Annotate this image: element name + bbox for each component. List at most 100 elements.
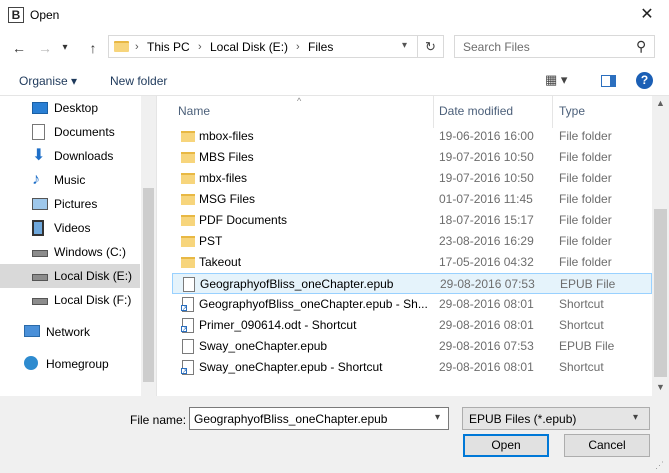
organise-button[interactable]: Organise ▾	[19, 74, 77, 88]
sidebar-item-label: Network	[46, 325, 91, 339]
sidebar-item-videos[interactable]: Videos	[0, 216, 140, 240]
file-name-cell: MSG Files	[199, 192, 256, 206]
file-name-cell: MBS Files	[199, 150, 254, 164]
file-name-combobox[interactable]: GeographyofBliss_oneChapter.epub ▾	[189, 407, 449, 430]
downloads-icon: ⬇	[32, 147, 46, 164]
forward-arrow-icon[interactable]: →	[34, 37, 56, 59]
sidebar-item-local-disk-f[interactable]: Local Disk (F:)	[0, 288, 140, 312]
chevron-down-icon[interactable]: ▾	[633, 412, 638, 423]
file-date-cell: 29-08-2016 07:53	[439, 339, 534, 353]
navigation-pane: Desktop Documents ⬇ Downloads ♪ Music Pi…	[0, 96, 156, 396]
search-box[interactable]: Search Files ⚲	[454, 35, 655, 58]
folder-icon	[114, 41, 129, 52]
view-options-icon[interactable]: ▦ ▾	[545, 72, 567, 88]
file-row[interactable]: MBS Files 19-07-2016 10:50 File folder	[172, 147, 652, 168]
up-arrow-icon[interactable]: ↑	[82, 37, 104, 59]
file-row[interactable]: Takeout 17-05-2016 04:32 File folder	[172, 252, 652, 273]
sidebar-item-label: Local Disk (E:)	[54, 269, 133, 283]
sidebar-item-label: Downloads	[54, 149, 114, 163]
new-folder-button[interactable]: New folder	[110, 74, 167, 88]
close-icon[interactable]: ✕	[629, 2, 665, 28]
window-title: Open	[30, 8, 60, 22]
file-row[interactable]: PDF Documents 18-07-2016 15:17 File folder	[172, 210, 652, 231]
document-icon	[183, 277, 195, 292]
file-date-cell: 23-08-2016 16:29	[439, 234, 534, 248]
file-date-cell: 29-08-2016 08:01	[439, 297, 534, 311]
file-type-cell: EPUB File	[559, 339, 615, 353]
breadcrumb-chevron-icon[interactable]: ›	[198, 41, 202, 53]
homegroup-icon	[24, 356, 38, 370]
preview-pane-icon[interactable]	[601, 75, 616, 87]
file-row[interactable]: Sway_oneChapter.epub 29-08-2016 07:53 EPUB…	[172, 336, 652, 357]
sidebar-item-homegroup[interactable]: Homegroup	[0, 352, 140, 376]
back-arrow-icon[interactable]: ←	[8, 37, 30, 59]
column-header-date-modified[interactable]: Date modified	[439, 104, 513, 128]
sidebar-item-label: Videos	[54, 221, 91, 235]
scroll-down-arrow-icon[interactable]: ▼	[656, 382, 665, 392]
sidebar-item-label: Local Disk (F:)	[54, 293, 132, 307]
file-date-cell: 29-08-2016 07:53	[440, 277, 535, 291]
help-icon[interactable]: ?	[636, 72, 653, 89]
search-input[interactable]: Search Files	[463, 40, 530, 54]
column-separator[interactable]	[433, 96, 434, 128]
search-icon[interactable]: ⚲	[636, 38, 646, 55]
file-row[interactable]: ↗ GeographyofBliss_oneChapter.epub - Sh..…	[172, 294, 652, 315]
sidebar-scrollbar-thumb[interactable]	[143, 188, 154, 382]
sidebar-item-music[interactable]: ♪ Music	[0, 168, 140, 192]
sidebar-item-pictures[interactable]: Pictures	[0, 192, 140, 216]
dialog-footer: File name: GeographyofBliss_oneChapter.e…	[0, 396, 669, 473]
sidebar-item-desktop[interactable]: Desktop	[0, 96, 140, 120]
shortcut-arrow-icon: ↗	[181, 326, 188, 333]
sidebar-item-windows-c[interactable]: Windows (C:)	[0, 240, 140, 264]
column-header-name[interactable]: Name	[178, 104, 210, 128]
cancel-button[interactable]: Cancel	[564, 434, 650, 457]
videos-icon	[32, 220, 44, 236]
file-row[interactable]: mbx-files 19-07-2016 10:50 File folder	[172, 168, 652, 189]
file-type-select[interactable]: EPUB Files (*.epub) ▾	[462, 407, 650, 430]
address-dropdown-icon[interactable]: ▾	[402, 40, 407, 51]
file-date-cell: 19-06-2016 16:00	[439, 129, 534, 143]
address-bar[interactable]: › This PC › Local Disk (E:) › Files ▾ ↻	[108, 35, 444, 58]
open-button[interactable]: Open	[463, 434, 549, 457]
column-separator[interactable]	[552, 96, 553, 128]
sidebar-item-documents[interactable]: Documents	[0, 120, 140, 144]
file-type-cell: File folder	[559, 255, 612, 269]
file-row[interactable]: mbox-files 19-06-2016 16:00 File folder	[172, 126, 652, 147]
breadcrumb-chevron-icon[interactable]: ›	[135, 41, 139, 53]
app-icon: B	[8, 7, 24, 23]
sidebar-item-local-disk-e[interactable]: Local Disk (E:)	[0, 264, 140, 288]
file-list-scrollbar-thumb[interactable]	[654, 209, 667, 377]
resize-grip-icon[interactable]: ⋰	[655, 460, 667, 472]
refresh-icon[interactable]: ↻	[425, 39, 436, 55]
recent-locations-chevron-icon[interactable]: ▾	[58, 37, 72, 59]
file-type-cell: File folder	[559, 171, 612, 185]
desktop-icon	[32, 102, 48, 114]
scroll-up-arrow-icon[interactable]: ▲	[656, 98, 665, 108]
file-name-cell: Sway_oneChapter.epub - Shortcut	[199, 360, 383, 374]
chevron-down-icon[interactable]: ▾	[435, 412, 440, 423]
network-icon	[24, 325, 40, 337]
breadcrumb-local-disk-e[interactable]: Local Disk (E:)	[210, 40, 288, 54]
sidebar-item-network[interactable]: Network	[0, 320, 140, 344]
file-name-cell: GeographyofBliss_oneChapter.epub - Sh...	[199, 297, 428, 311]
file-row[interactable]: ↗ Sway_oneChapter.epub - Shortcut 29-08-20…	[172, 357, 652, 378]
drive-icon	[32, 250, 48, 257]
file-name-input[interactable]: GeographyofBliss_oneChapter.epub	[194, 412, 387, 426]
file-row[interactable]: MSG Files 01-07-2016 11:45 File folder	[172, 189, 652, 210]
sidebar-item-downloads[interactable]: ⬇ Downloads	[0, 144, 140, 168]
folder-icon	[181, 152, 195, 163]
title-bar: B Open ✕	[0, 0, 669, 30]
file-name-label: File name:	[130, 413, 187, 427]
breadcrumb-files[interactable]: Files	[308, 40, 333, 54]
file-row[interactable]: ↗ Primer_090614.odt - Shortcut 29-08-2016 …	[172, 315, 652, 336]
file-row[interactable]: PST 23-08-2016 16:29 File folder	[172, 231, 652, 252]
breadcrumb-chevron-icon[interactable]: ›	[296, 41, 300, 53]
file-date-cell: 29-08-2016 08:01	[439, 318, 534, 332]
command-toolbar: Organise ▾ New folder ▦ ▾ ?	[0, 66, 669, 96]
file-type-value: EPUB Files (*.epub)	[469, 412, 577, 426]
shortcut-file-icon: ↗	[181, 360, 194, 375]
file-type-cell: Shortcut	[559, 318, 604, 332]
breadcrumb-this-pc[interactable]: This PC	[147, 40, 190, 54]
column-header-type[interactable]: Type	[559, 104, 585, 128]
file-row[interactable]: GeographyofBliss_oneChapter.epub 29-08-20…	[172, 273, 652, 294]
